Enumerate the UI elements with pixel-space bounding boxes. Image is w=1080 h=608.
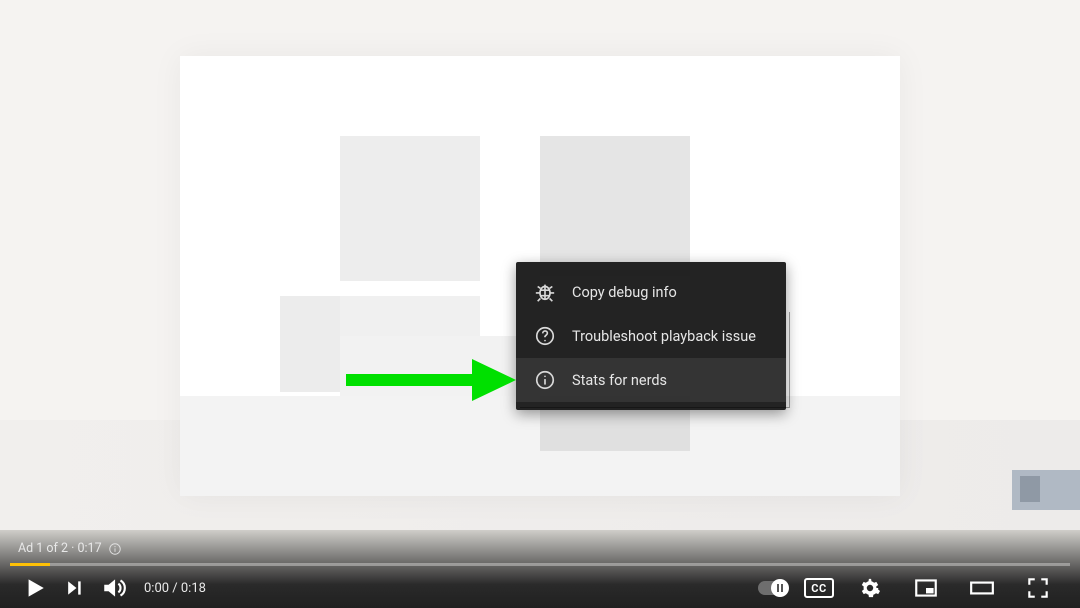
ad-indicator-text: Ad 1 of 2 · 0:17 xyxy=(18,541,102,556)
settings-button[interactable] xyxy=(850,568,890,608)
menu-item-troubleshoot-playback[interactable]: Troubleshoot playback issue xyxy=(516,314,786,358)
info-icon xyxy=(534,369,556,391)
menu-item-stats-for-nerds[interactable]: Stats for nerds xyxy=(516,358,786,402)
pixelated-block xyxy=(540,136,690,276)
gear-icon xyxy=(859,577,881,599)
info-icon xyxy=(108,542,122,556)
pause-icon xyxy=(777,584,783,592)
play-icon xyxy=(21,575,47,601)
annotation-arrow xyxy=(346,365,518,393)
cc-label: CC xyxy=(811,582,826,595)
player-context-menu: Copy debug info Troubleshoot playback is… xyxy=(516,262,786,410)
menu-item-label: Stats for nerds xyxy=(572,372,667,389)
menu-item-label: Copy debug info xyxy=(572,284,677,301)
miniplayer-button[interactable] xyxy=(906,568,946,608)
player-controls: 0:00 / 0:18 CC xyxy=(0,568,1080,608)
side-thumbnail-inner xyxy=(1020,476,1040,502)
next-button[interactable] xyxy=(54,568,94,608)
bug-icon xyxy=(534,281,556,303)
side-thumbnail xyxy=(1012,470,1080,510)
pixelated-block xyxy=(340,136,480,281)
play-button[interactable] xyxy=(14,568,54,608)
menu-item-label: Troubleshoot playback issue xyxy=(572,328,756,345)
volume-button[interactable] xyxy=(94,568,134,608)
theater-button[interactable] xyxy=(962,568,1002,608)
fullscreen-icon xyxy=(1025,575,1051,601)
help-icon xyxy=(534,325,556,347)
autoplay-toggle[interactable] xyxy=(758,581,788,595)
autoplay-knob xyxy=(771,579,789,597)
pixelated-block xyxy=(280,296,340,392)
progress-bar[interactable] xyxy=(10,563,1070,566)
miniplayer-icon xyxy=(913,575,939,601)
subtitles-button[interactable]: CC xyxy=(804,578,834,598)
fullscreen-button[interactable] xyxy=(1018,568,1058,608)
volume-icon xyxy=(101,575,127,601)
theater-icon xyxy=(969,575,995,601)
progress-fill xyxy=(10,563,50,566)
next-icon xyxy=(64,578,84,598)
time-display: 0:00 / 0:18 xyxy=(144,581,206,596)
menu-item-copy-debug-info[interactable]: Copy debug info xyxy=(516,270,786,314)
pixelated-block xyxy=(340,296,480,336)
player-bottom-bar: Ad 1 of 2 · 0:17 0:00 / 0:18 CC xyxy=(0,530,1080,608)
right-controls: CC xyxy=(758,568,1066,608)
ad-indicator[interactable]: Ad 1 of 2 · 0:17 xyxy=(18,541,122,556)
